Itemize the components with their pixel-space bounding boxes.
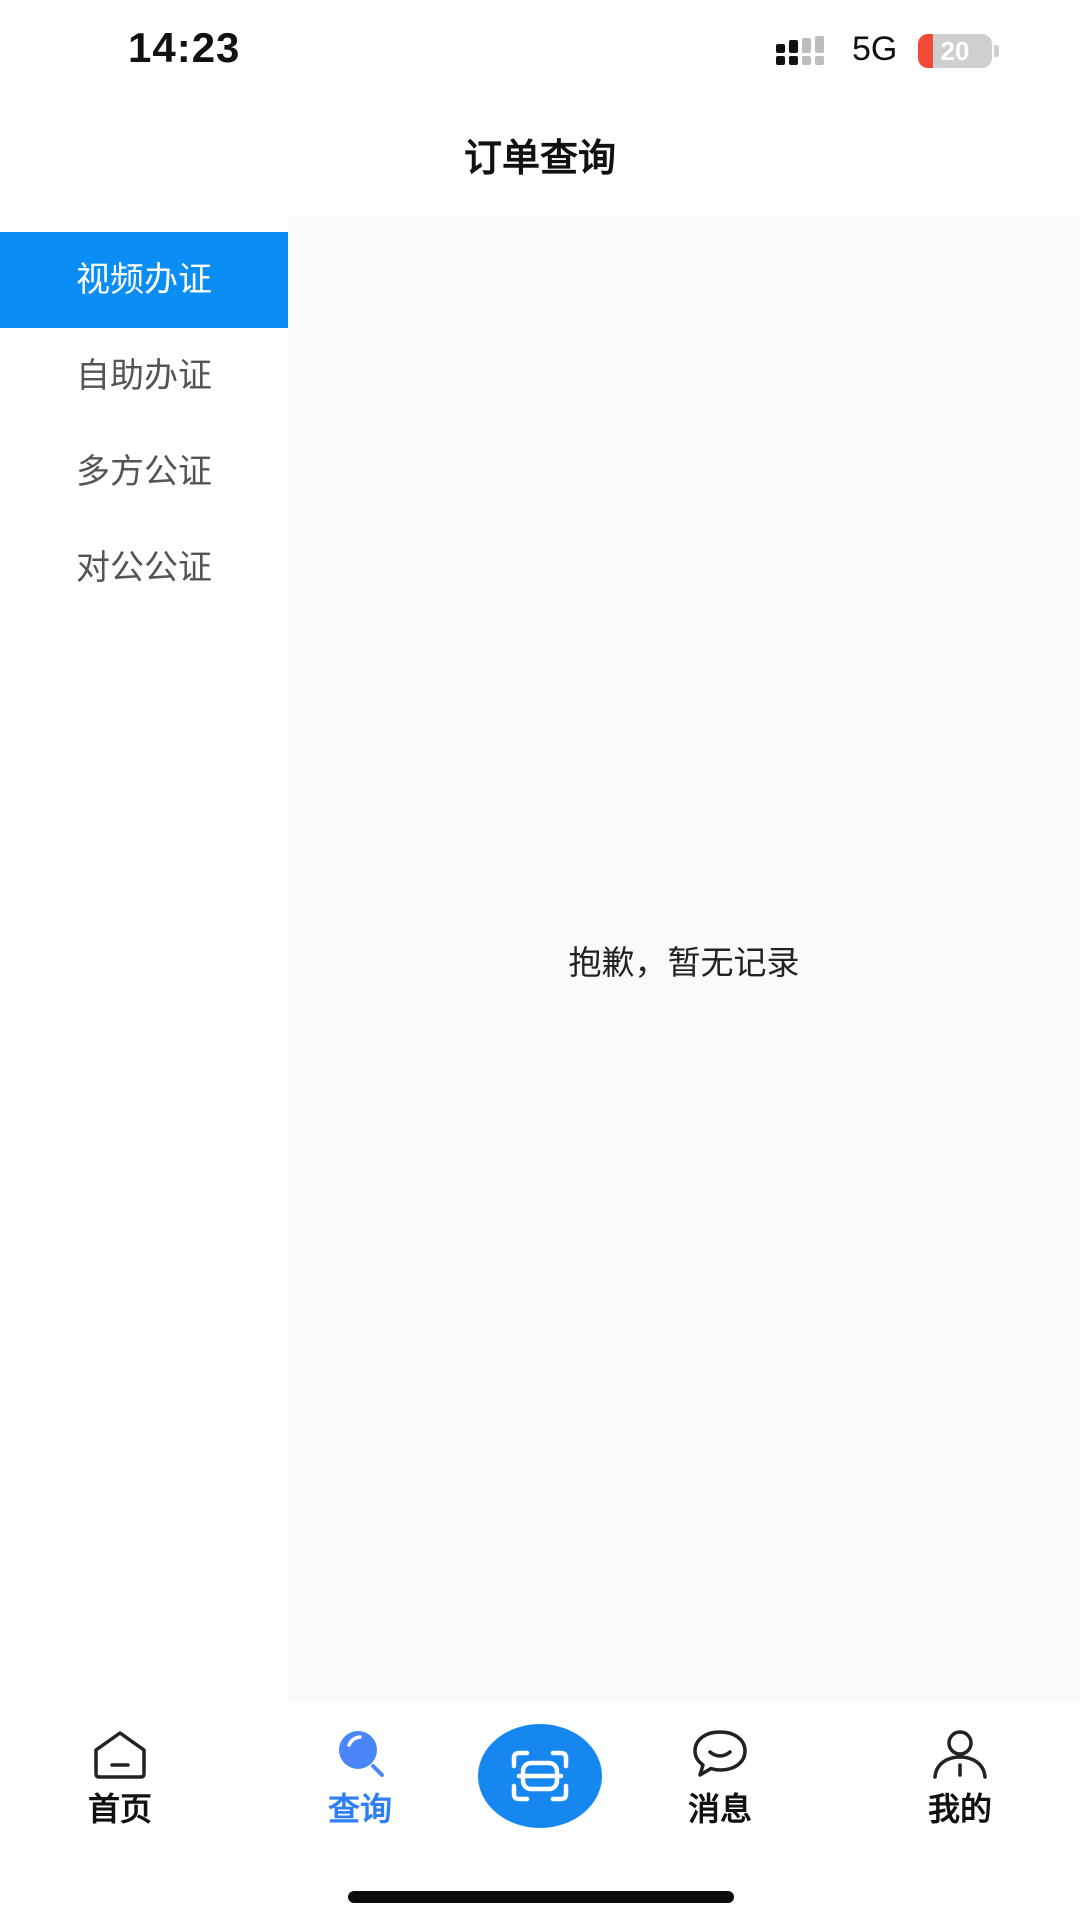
tab-home-label: 首页	[87, 1790, 152, 1828]
sidebar-item-label: 视频办证	[76, 260, 212, 300]
battery-level: 20	[940, 36, 970, 66]
message-icon	[693, 1730, 747, 1777]
battery-icon: 20	[918, 34, 992, 68]
sidebar-item-multi-party[interactable]: 多方公证	[0, 424, 288, 520]
status-bar: 14:23 5G 20	[0, 0, 1080, 104]
status-time: 14:23	[128, 24, 241, 71]
sidebar-item-label: 多方公证	[76, 452, 212, 492]
order-list-area: 抱歉，暂无记录	[288, 216, 1080, 1702]
user-icon	[933, 1730, 987, 1779]
tab-mine-label: 我的	[927, 1790, 992, 1828]
home-indicator	[348, 1891, 734, 1903]
scan-icon	[511, 1750, 569, 1802]
sidebar-item-video-notarization[interactable]: 视频办证	[0, 232, 288, 328]
order-query-screen: 14:23 5G 20 订单查询 视频办证 自助办证 多方公证 对公公证 抱歉，…	[0, 0, 1080, 1920]
search-icon	[339, 1731, 384, 1777]
empty-state-message: 抱歉，暂无记录	[568, 943, 800, 982]
bottom-tab-bar: 首页 查询 消息 我的	[0, 1702, 1080, 1920]
page-title: 订单查询	[463, 136, 616, 180]
tab-mine[interactable]: 我的	[880, 1728, 1040, 1838]
sidebar-item-self-service[interactable]: 自助办证	[0, 328, 288, 424]
sidebar-item-label: 自助办证	[76, 356, 212, 396]
tab-messages[interactable]: 消息	[640, 1728, 800, 1838]
home-icon	[94, 1731, 146, 1779]
tab-messages-label: 消息	[687, 1790, 752, 1828]
tab-query[interactable]: 查询	[280, 1728, 440, 1838]
header: 订单查询	[0, 104, 1080, 212]
tab-query-label: 查询	[327, 1790, 392, 1828]
signal-icon	[776, 36, 824, 65]
network-type: 5G	[852, 30, 898, 68]
scan-button[interactable]	[478, 1724, 602, 1828]
tab-home[interactable]: 首页	[40, 1728, 200, 1838]
sidebar-item-label: 对公公证	[76, 548, 212, 588]
sidebar: 视频办证 自助办证 多方公证 对公公证	[0, 232, 288, 616]
battery-cap	[994, 45, 999, 57]
sidebar-item-corporate[interactable]: 对公公证	[0, 520, 288, 616]
